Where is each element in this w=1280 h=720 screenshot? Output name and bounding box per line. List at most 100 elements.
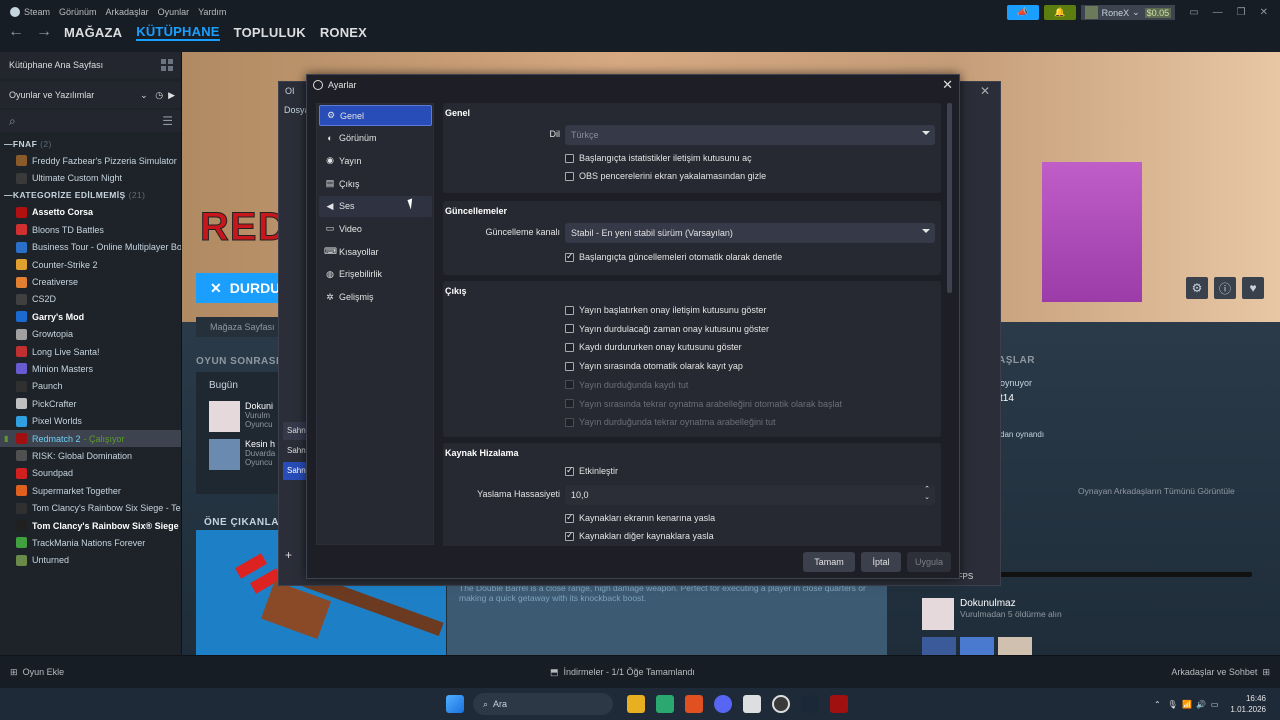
monitor-icon[interactable]: ▭ [1189, 7, 1198, 18]
add-scene-icon[interactable]: + [285, 548, 292, 562]
app-icon[interactable] [742, 695, 761, 713]
taskbar-search[interactable]: ⌕ Ara [473, 693, 613, 715]
checkbox[interactable] [565, 342, 574, 352]
settings-nav-item[interactable]: ✲ Gelişmiş [319, 287, 432, 308]
sidebar-game-item[interactable]: RISK: Global Domination [0, 447, 181, 464]
sidebar-game-item[interactable]: Freddy Fazbear's Pizzeria Simulator [0, 152, 181, 169]
menu-games[interactable]: Oyunlar [158, 7, 190, 17]
steam-menu[interactable]: Steam [10, 7, 50, 18]
downloads-status[interactable]: ⬒ İndirmeler - 1/1 Öğe Tamamlandı [550, 667, 695, 678]
add-game-button[interactable]: ⊞ Oyun Ekle [10, 667, 64, 678]
sidebar-game-item[interactable]: Unturned [0, 552, 181, 569]
chevron-up-icon[interactable]: ⌃ [1154, 700, 1161, 709]
language-select[interactable]: Türkçe [565, 125, 935, 145]
sidebar-game-item[interactable]: Counter-Strike 2 [0, 256, 181, 273]
snap-to-screen-checkbox[interactable]: Kaynakları ekranın kenarına yasla [565, 512, 715, 523]
sidebar-game-item[interactable]: Garry's Mod [0, 308, 181, 325]
close-icon[interactable]: ✕ [942, 77, 953, 93]
achievement-item[interactable]: Dokunulmaz Vurulmadan 5 öldürme alın [922, 598, 1062, 630]
sidebar-game-item[interactable]: Creativerse [0, 273, 181, 290]
sidebar-game-item[interactable]: Tom Clancy's Rainbow Six® Siege X [0, 517, 181, 534]
checkbox[interactable] [565, 251, 574, 262]
brave-browser-icon[interactable] [684, 695, 703, 713]
menu-help[interactable]: Yardım [198, 7, 226, 17]
auto-update-checkbox[interactable]: Başlangıçta güncellemeleri otomatik olar… [565, 251, 782, 262]
settings-nav-item[interactable]: ⚙ Genel [319, 105, 432, 126]
snapping-enable-checkbox[interactable]: Etkinleştir [565, 465, 618, 476]
sidebar-game-item[interactable]: Supermarket Together [0, 482, 181, 499]
discord-icon[interactable] [713, 695, 732, 713]
view-all-friends-link[interactable]: Oynayan Arkadaşların Tümünü Görüntüle [1078, 486, 1235, 496]
tab-store[interactable]: MAĞAZA [64, 25, 122, 40]
gear-icon[interactable]: ⚙ [1186, 277, 1208, 299]
obs-icon[interactable] [771, 695, 790, 713]
hide-obs-capture-checkbox[interactable]: OBS pencerelerini ekran yakalamasından g… [565, 171, 766, 181]
info-icon[interactable]: ⓘ [1214, 277, 1236, 299]
minimize-icon[interactable]: — [1213, 7, 1223, 18]
library-filter-dropdown[interactable]: Oyunlar ve Yazılımlar ⌄ ◷ ▶ [0, 82, 181, 108]
sidebar-game-item[interactable]: Minion Masters [0, 360, 181, 377]
checkbox[interactable] [565, 324, 574, 334]
battery-icon[interactable]: ▭ [1211, 700, 1219, 709]
checkbox[interactable] [565, 465, 574, 476]
heart-icon[interactable]: ♥ [1242, 277, 1264, 299]
checkbox[interactable] [565, 153, 574, 163]
notifications-button[interactable]: 🔔 [1043, 5, 1076, 20]
menu-view[interactable]: Görünüm [59, 7, 97, 17]
stats-dialog-checkbox[interactable]: Başlangıçta istatistikler iletişim kutus… [565, 153, 752, 163]
settings-nav-item[interactable]: ▤ Çıkış [319, 173, 432, 194]
settings-nav-item[interactable]: ◉ Yayın [319, 150, 432, 171]
settings-nav-item[interactable]: ◍ Erişebilirlik [319, 264, 432, 285]
library-home-link[interactable]: Kütüphane Ana Sayfası [0, 52, 181, 78]
sidebar-game-item[interactable]: CS2D [0, 291, 181, 308]
filter-sliders-icon[interactable]: ☰ [162, 114, 173, 128]
windows-start-icon[interactable] [445, 695, 464, 713]
tab-profile[interactable]: RONEX [320, 25, 367, 40]
settings-nav-item[interactable]: ▭ Video [319, 218, 432, 239]
output-option-checkbox[interactable]: Kaydı durdururken onay kutusunu göster [565, 342, 742, 352]
clock-icon[interactable]: ◷ [155, 90, 163, 100]
file-explorer-icon[interactable] [626, 695, 645, 713]
close-icon[interactable]: ✕ [980, 84, 990, 98]
library-search[interactable]: ⌕ ☰ [0, 110, 181, 132]
update-channel-select[interactable]: Stabil - En yeni stabil sürüm (Varsayıla… [565, 223, 935, 243]
output-option-checkbox[interactable]: Yayın sırasında otomatik olarak kayıt ya… [565, 361, 743, 371]
redmatch-icon[interactable] [829, 695, 848, 713]
grid-view-icon[interactable] [161, 59, 173, 71]
snap-to-sources-checkbox[interactable]: Kaynakları diğer kaynaklara yasla [565, 530, 714, 541]
output-option-checkbox[interactable]: Yayın durdulacağı zaman onay kutusunu gö… [565, 324, 769, 334]
settings-nav-item[interactable]: ⌨ Kısayollar [319, 241, 432, 262]
sidebar-game-item[interactable]: Growtopia [0, 326, 181, 343]
sidebar-game-item[interactable]: TrackMania Nations Forever [0, 534, 181, 551]
checkbox[interactable] [565, 512, 574, 523]
spin-arrows-icon[interactable]: ⌃ ⌄ [924, 486, 930, 502]
sidebar-game-item[interactable]: Tom Clancy's Rainbow Six Siege - Tes [0, 499, 181, 516]
sidebar-game-item[interactable]: Pixel Worlds [0, 412, 181, 429]
menu-friends[interactable]: Arkadaşlar [106, 7, 149, 17]
ok-button[interactable]: Tamam [803, 552, 855, 572]
sidebar-game-item[interactable]: Assetto Corsa [0, 204, 181, 221]
clock[interactable]: 16:46 1.01.2026 [1230, 693, 1266, 715]
user-menu[interactable]: RoneX ⌄ $0.05 [1080, 5, 1176, 20]
wifi-icon[interactable]: 📶 [1182, 700, 1192, 709]
settings-nav-item[interactable]: ◐ Görünüm [319, 128, 432, 149]
sidebar-game-item[interactable]: Long Live Santa! [0, 343, 181, 360]
play-icon[interactable]: ▶ [168, 90, 175, 100]
microphone-icon[interactable]: 🎙 [1167, 700, 1177, 709]
back-arrow-icon[interactable]: ← [8, 23, 24, 41]
sidebar-game-item[interactable]: Ultimate Custom Night [0, 169, 181, 186]
cancel-button[interactable]: İptal [861, 552, 901, 572]
tab-library[interactable]: KÜTÜPHANE [136, 24, 220, 41]
sidebar-game-item[interactable]: Business Tour - Online Multiplayer Bo [0, 239, 181, 256]
settings-scrollbar[interactable] [947, 103, 952, 293]
output-option-checkbox[interactable]: Yayın başlatırken onay iletişim kutusunu… [565, 305, 766, 315]
collection-header[interactable]: — KATEGORİZE EDİLMEMİŞ (21) [0, 187, 181, 204]
store-app-icon[interactable] [655, 695, 674, 713]
tab-community[interactable]: TOPLULUK [234, 25, 306, 40]
checkbox[interactable] [565, 305, 574, 315]
checkbox[interactable] [565, 530, 574, 541]
sidebar-game-item[interactable]: ▮ Redmatch 2- Çalışıyor [0, 429, 181, 448]
friend-name[interactable]: t14 [1000, 393, 1014, 404]
sidebar-game-item[interactable]: PickCrafter [0, 395, 181, 412]
snap-sensitivity-spinbox[interactable]: 10,0 ⌃ ⌄ [565, 485, 935, 505]
